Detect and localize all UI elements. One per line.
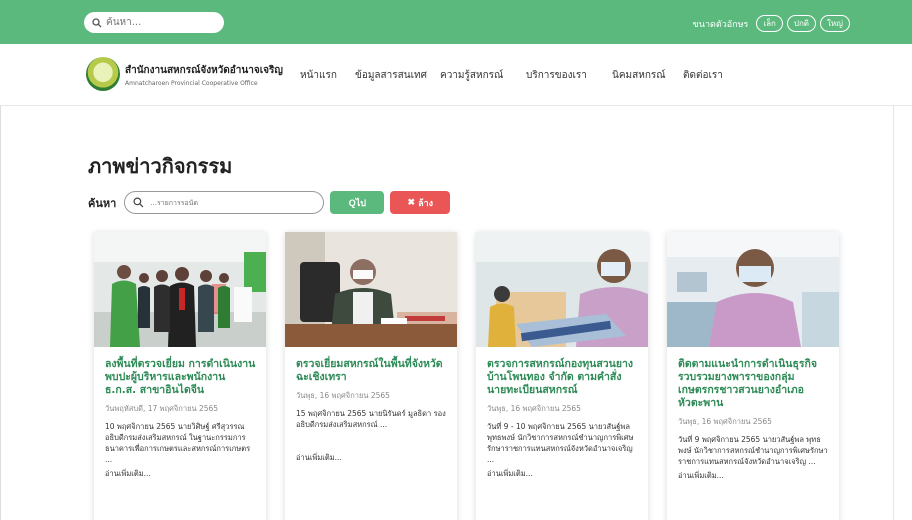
org-name-th: สำนักงานสหกรณ์จังหวัดอำนาจเจริญ xyxy=(125,65,283,76)
search-icon xyxy=(92,17,102,27)
read-more-link[interactable]: อ่านเพิ่มเติม... xyxy=(296,452,449,464)
org-name[interactable]: สำนักงานสหกรณ์จังหวัดอำนาจเจริญ Amnatcha… xyxy=(125,63,283,87)
read-more-link[interactable]: อ่านเพิ่มเติม... xyxy=(105,468,258,480)
font-large-button[interactable]: ใหญ่ xyxy=(820,15,850,32)
news-search-bar: ค้นหา Qไป ✖ ล้าง xyxy=(88,191,451,214)
read-more-link[interactable]: อ่านเพิ่มเติม... xyxy=(487,468,640,480)
news-photo[interactable] xyxy=(285,232,457,347)
top-bar: ขนาดตัวอักษร เล็ก ปกติ ใหญ่ xyxy=(0,0,912,44)
main-nav: หน้าแรก ข้อมูลสารสนเทศ ความรู้สหกรณ์ บริ… xyxy=(300,68,723,83)
page-frame: ขนาดตัวอักษร เล็ก ปกติ ใหญ่ สำนักงานสหกร… xyxy=(0,0,912,520)
read-more-link[interactable]: อ่านเพิ่มเติม... xyxy=(678,470,831,482)
page-title: ภาพข่าวกิจกรรม xyxy=(88,154,233,178)
divider xyxy=(893,106,894,520)
news-card[interactable]: ติดตามแนะนำการดำเนินธุรกิจรวบรวมยางพาราข… xyxy=(667,232,839,520)
search-label: ค้นหา xyxy=(88,196,117,210)
font-size-controls: ขนาดตัวอักษร เล็ก ปกติ ใหญ่ xyxy=(693,15,850,32)
close-icon: ✖ xyxy=(407,197,416,207)
news-title[interactable]: ตรวจการสหกรณ์กองทุนสวนยางบ้านโพนทอง จำกั… xyxy=(487,358,640,397)
news-photo[interactable] xyxy=(667,232,839,347)
news-card[interactable]: ตรวจเยี่ยมสหกรณ์ในพื้นที่จังหวัดฉะเชิงเท… xyxy=(285,232,457,520)
search-icon xyxy=(133,197,144,208)
clear-label: ล้าง xyxy=(418,197,434,208)
site-header: สำนักงานสหกรณ์จังหวัดอำนาจเจริญ Amnatcha… xyxy=(0,44,912,106)
news-card[interactable]: ลงพื้นที่ตรวจเยี่ยม การดำเนินงาน พบปะผู้… xyxy=(94,232,266,520)
news-excerpt: วันที่ 9 - 10 พฤศจิกายน 2565 นายวสันฐ์พล… xyxy=(487,422,634,464)
nav-knowledge[interactable]: ความรู้สหกรณ์ xyxy=(440,68,526,83)
org-logo[interactable] xyxy=(86,57,120,91)
news-search[interactable] xyxy=(124,191,325,214)
org-name-en: Amnatcharoen Provincial Cooperative Offi… xyxy=(125,80,258,87)
news-date: วันพฤหัสบดี, 17 พฤศจิกายน 2565 xyxy=(105,404,219,413)
news-title[interactable]: ลงพื้นที่ตรวจเยี่ยม การดำเนินงาน พบปะผู้… xyxy=(105,358,258,397)
news-date: วันพุธ, 16 พฤศจิกายน 2565 xyxy=(487,404,581,413)
news-excerpt: วันที่ 9 พฤศจิกายน 2565 นายวสันฐ์พล พุทธ… xyxy=(678,435,828,466)
news-photo[interactable] xyxy=(476,232,648,347)
font-small-button[interactable]: เล็ก xyxy=(756,15,783,32)
nav-information[interactable]: ข้อมูลสารสนเทศ xyxy=(355,68,440,83)
site-search-input[interactable] xyxy=(106,17,216,28)
nav-home[interactable]: หน้าแรก xyxy=(300,68,355,83)
site-search[interactable] xyxy=(84,12,224,33)
news-cards: ลงพื้นที่ตรวจเยี่ยม การดำเนินงาน พบปะผู้… xyxy=(94,232,839,520)
clear-button[interactable]: ✖ ล้าง xyxy=(390,191,451,214)
divider xyxy=(0,106,1,520)
news-search-input[interactable] xyxy=(150,198,311,207)
nav-settlement[interactable]: นิคมสหกรณ์ xyxy=(612,68,683,83)
news-date: วันพุธ, 16 พฤศจิกายน 2565 xyxy=(296,391,390,400)
news-excerpt: 15 พฤศจิกายน 2565 นายนิรันดร์ มูลธิดา รอ… xyxy=(296,409,446,429)
news-date: วันพุธ, 16 พฤศจิกายน 2565 xyxy=(678,417,772,426)
font-normal-button[interactable]: ปกติ xyxy=(786,15,816,32)
news-photo[interactable] xyxy=(94,232,266,347)
news-excerpt: 10 พฤศจิกายน 2565 นายวิศิษฐ์ ศรีสุวรรณ อ… xyxy=(105,422,251,464)
search-button[interactable]: Qไป xyxy=(330,191,385,214)
font-size-label: ขนาดตัวอักษร xyxy=(692,19,749,30)
nav-contact[interactable]: ติดต่อเรา xyxy=(683,68,723,83)
news-card[interactable]: ตรวจการสหกรณ์กองทุนสวนยางบ้านโพนทอง จำกั… xyxy=(476,232,648,520)
news-title[interactable]: ติดตามแนะนำการดำเนินธุรกิจรวบรวมยางพาราข… xyxy=(678,358,831,410)
news-title[interactable]: ตรวจเยี่ยมสหกรณ์ในพื้นที่จังหวัดฉะเชิงเท… xyxy=(296,358,449,384)
nav-services[interactable]: บริการของเรา xyxy=(526,68,612,83)
